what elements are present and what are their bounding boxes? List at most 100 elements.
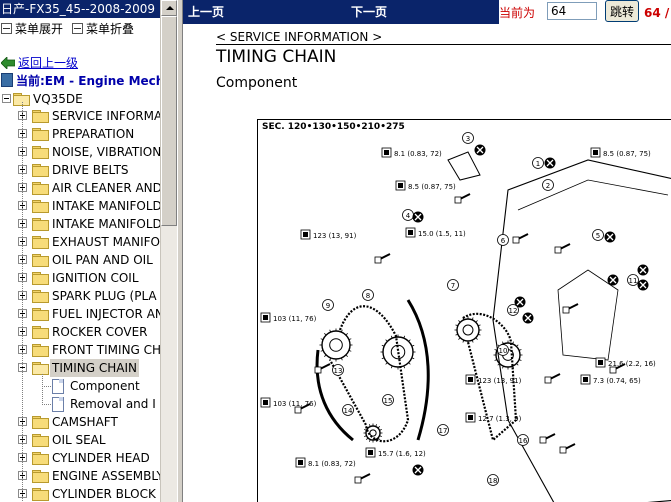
current-page-label: 当前为 xyxy=(499,6,536,20)
tree-item[interactable]: ENGINE ASSEMBLY xyxy=(0,467,160,485)
tree-item[interactable]: AIR CLEANER AND xyxy=(0,179,160,197)
folder-icon xyxy=(32,182,49,195)
scroll-thumb[interactable] xyxy=(161,16,177,226)
tree-item-label: INTAKE MANIFOLD xyxy=(52,199,160,213)
part-callout-number: 12 xyxy=(509,307,518,315)
tree-item[interactable]: IGNITION COIL xyxy=(0,269,160,287)
expand-menu-label: 菜单展开 xyxy=(15,22,64,36)
torque-wrench-icon xyxy=(303,232,308,237)
tree-item-label: PREPARATION xyxy=(52,127,135,141)
book-icon xyxy=(1,73,13,87)
folder-icon xyxy=(32,290,49,303)
current-location: 当前:EM - Engine Mechanical xyxy=(1,73,160,88)
expand-icon xyxy=(1,23,12,34)
folder-icon xyxy=(32,128,49,141)
tree-item[interactable]: DRIVE BELTS xyxy=(0,161,160,179)
torque-wrench-icon xyxy=(468,415,473,420)
part-callout-number: 2 xyxy=(546,182,550,190)
sprocket xyxy=(329,338,343,352)
sprocket xyxy=(369,429,377,437)
tree-item[interactable]: FRONT TIMING CH xyxy=(0,341,160,359)
tree-item[interactable]: EXHAUST MANIFOLD xyxy=(0,233,160,251)
tree-item[interactable]: CYLINDER HEAD xyxy=(0,449,160,467)
tree-child-item[interactable]: Component xyxy=(0,377,160,395)
part-callout-number: 10 xyxy=(499,347,508,355)
sprocket-tooth xyxy=(324,333,327,336)
page-number-input[interactable] xyxy=(547,2,597,20)
tree-item[interactable]: INTAKE MANIFOLD xyxy=(0,197,160,215)
tree-item[interactable]: FUEL INJECTOR AN xyxy=(0,305,160,323)
folder-icon xyxy=(32,164,49,177)
sprocket-tooth xyxy=(458,337,461,340)
engine-front-outline xyxy=(492,159,671,502)
navigation-pane: 日产-FX35_45--2008-2009 菜单展开 菜单折叠 返回上一级 当前… xyxy=(0,0,160,502)
scroll-up-arrow-icon[interactable] xyxy=(161,0,177,16)
tree-item[interactable]: NOISE, VIBRATION xyxy=(0,143,160,161)
part-callout-number: 17 xyxy=(439,427,448,435)
bolt-head xyxy=(554,246,562,254)
tree-item[interactable]: OIL PAN AND OIL xyxy=(0,251,160,269)
tree-root-vq35de[interactable]: VQ35DE xyxy=(0,90,160,108)
tree-item-label: IGNITION COIL xyxy=(52,271,139,285)
torque-spec: 15.0 (1.5, 11) xyxy=(418,230,466,238)
window-title: 日产-FX35_45--2008-2009 xyxy=(0,0,160,18)
prev-page-link[interactable]: 上一页 xyxy=(188,3,224,21)
torque-wrench-icon xyxy=(408,230,413,235)
tree-item-label: TIMING CHAIN xyxy=(50,359,139,377)
torque-spec: 21.6 (2.2, 16) xyxy=(608,360,656,368)
folder-icon xyxy=(32,434,49,447)
tree-item-label: OIL SEAL xyxy=(52,433,106,447)
tree-item-label: Removal and I xyxy=(70,397,156,411)
part-callout-number: 16 xyxy=(519,437,528,445)
collapse-menu-button[interactable]: 菜单折叠 xyxy=(72,21,134,37)
torque-wrench-icon xyxy=(298,460,303,465)
sprocket-tooth xyxy=(475,320,478,323)
tree-item[interactable]: SERVICE INFORMATION xyxy=(0,107,160,125)
tree-item[interactable]: CAMSHAFT xyxy=(0,413,160,431)
bolt-head xyxy=(454,196,462,204)
tree-item-label: FRONT TIMING CH xyxy=(52,343,160,357)
sprocket-tooth xyxy=(385,362,388,365)
torque-wrench-icon xyxy=(593,150,598,155)
sprocket xyxy=(321,330,351,360)
tree-scrollbar[interactable] xyxy=(160,0,177,502)
document-icon xyxy=(52,397,64,412)
tree-item-label: CYLINDER HEAD xyxy=(52,451,150,465)
torque-spec: 15.7 (1.6, 12) xyxy=(378,450,426,458)
tree-item[interactable]: ROCKER COVER xyxy=(0,323,160,341)
tree-item[interactable]: SPARK PLUG (PLA xyxy=(0,287,160,305)
section-divider xyxy=(216,44,671,45)
sprocket xyxy=(382,336,414,368)
tree-item[interactable]: INTAKE MANIFOLD xyxy=(0,215,160,233)
tree-item-timing-chain[interactable]: TIMING CHAIN xyxy=(0,359,160,377)
next-page-link[interactable]: 下一页 xyxy=(351,3,387,21)
collapse-minus-icon[interactable] xyxy=(2,94,11,103)
page-title: TIMING CHAIN xyxy=(216,47,337,67)
part-callout-number: 11 xyxy=(629,277,638,285)
torque-spec: 8.1 (0.83, 72) xyxy=(308,460,356,468)
torque-wrench-icon xyxy=(598,360,603,365)
tree-item[interactable]: PREPARATION xyxy=(0,125,160,143)
sprocket xyxy=(462,324,474,336)
tree-child-item[interactable]: Removal and I xyxy=(0,395,160,413)
folder-icon xyxy=(32,344,49,357)
part-callout-number: 15 xyxy=(384,397,393,405)
back-link[interactable]: 返回上一级 xyxy=(1,55,78,71)
torque-wrench-icon xyxy=(263,315,268,320)
tree-item[interactable]: OIL SEAL xyxy=(0,431,160,449)
expand-menu-button[interactable]: 菜单展开 xyxy=(1,21,63,37)
folder-icon xyxy=(32,488,49,501)
sprocket-tooth xyxy=(324,354,327,357)
sprocket-tooth xyxy=(345,354,348,357)
tree-item[interactable]: CYLINDER BLOCK xyxy=(0,485,160,502)
torque-wrench-icon xyxy=(263,400,268,405)
bolt-head xyxy=(562,306,570,314)
sprocket-tooth xyxy=(475,337,478,340)
goto-button[interactable]: 跳转 xyxy=(605,0,639,22)
sprocket-tooth xyxy=(365,437,369,441)
tree-item-label: INTAKE MANIFOLD xyxy=(52,217,160,231)
sprocket-tooth xyxy=(408,339,411,342)
part-callout-number: 1 xyxy=(536,160,540,168)
sprocket-tooth xyxy=(516,363,519,366)
component-exploded-view: 3124567891011121314151617188.1 (0.83, 72… xyxy=(260,132,671,502)
